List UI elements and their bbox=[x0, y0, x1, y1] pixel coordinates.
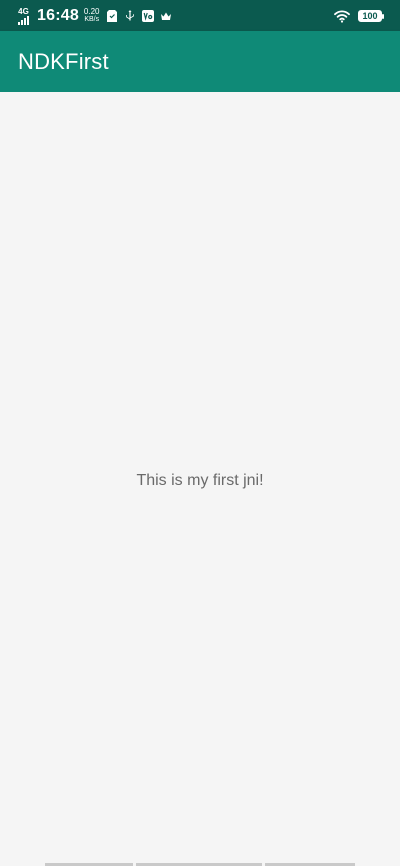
status-left-group: 4G 16:48 0.20 KB/s bbox=[18, 6, 172, 26]
app-title: NDKFirst bbox=[18, 48, 109, 74]
network-speed-value: 0.20 bbox=[83, 7, 100, 16]
usb-icon bbox=[124, 10, 136, 22]
status-right-group: 100 bbox=[334, 7, 384, 25]
app-bar: NDKFirst bbox=[0, 31, 400, 92]
mobile-network-indicator: 4G bbox=[18, 6, 29, 25]
signal-icon bbox=[18, 15, 29, 25]
sim-card-icon bbox=[106, 10, 118, 22]
status-time: 16:48 bbox=[37, 7, 79, 24]
volte-icon bbox=[141, 10, 154, 22]
status-bar: 4G 16:48 0.20 KB/s 100 bbox=[0, 0, 400, 31]
battery-level: 100 bbox=[362, 11, 378, 21]
network-type-label: 4G bbox=[18, 6, 29, 16]
network-speed: 0.20 KB/s bbox=[84, 8, 100, 24]
main-content: This is my first jni! bbox=[0, 92, 400, 866]
network-speed-unit: KB/s bbox=[84, 16, 100, 23]
crown-icon bbox=[160, 10, 172, 22]
battery-icon: 100 bbox=[358, 10, 384, 22]
wifi-icon bbox=[334, 9, 350, 23]
jni-message-text: This is my first jni! bbox=[136, 472, 264, 489]
